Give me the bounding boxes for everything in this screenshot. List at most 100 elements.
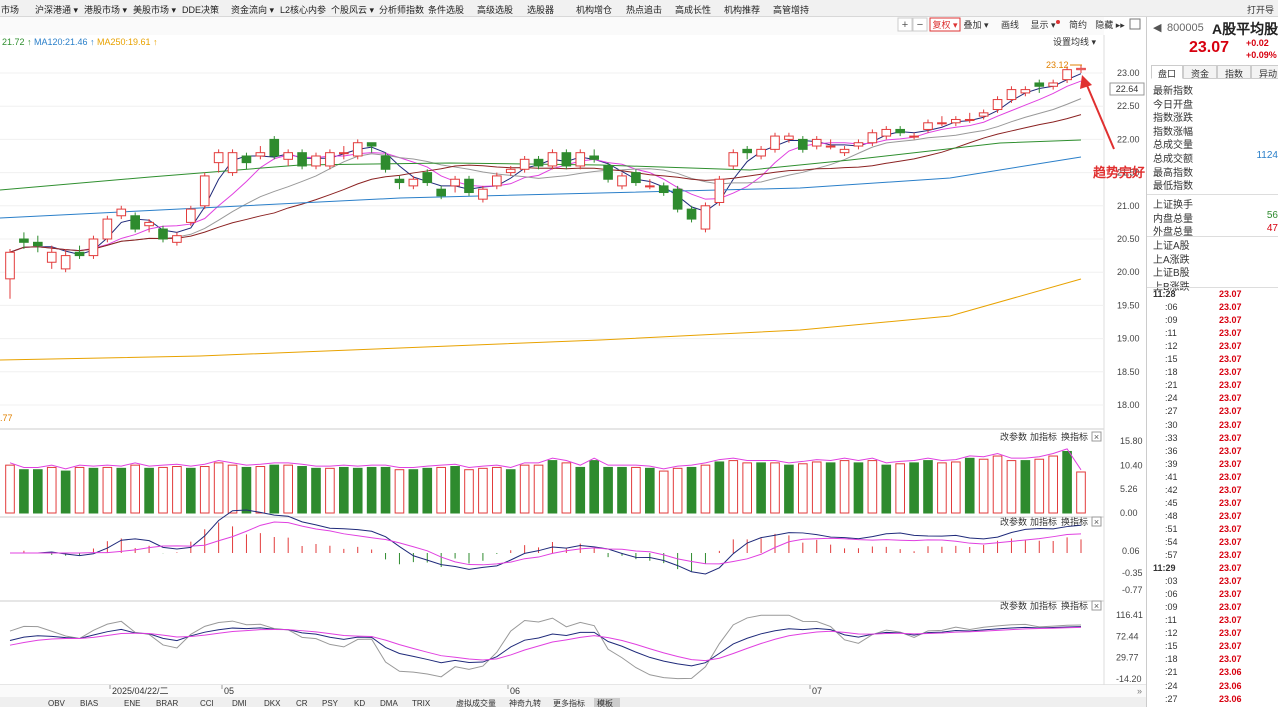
candle[interactable] bbox=[756, 148, 766, 157]
candle[interactable] bbox=[172, 235, 182, 243]
candle[interactable] bbox=[144, 221, 154, 227]
volume-bar[interactable] bbox=[978, 458, 989, 514]
menu-item[interactable]: L2核心内参 bbox=[280, 3, 326, 16]
volume-bar[interactable] bbox=[464, 469, 474, 514]
kline-chart-area[interactable]: + − 复权 ▾ 叠加 ▾ 画线 显示 ▾ 简约 隐藏 ▸▸ 21.72 ↑ M… bbox=[0, 17, 1146, 708]
candle[interactable] bbox=[951, 118, 961, 124]
candle[interactable] bbox=[199, 175, 210, 207]
menu-item[interactable]: 沪深港通 ▾ bbox=[35, 3, 78, 16]
open-button[interactable]: 打开导 bbox=[1247, 3, 1274, 16]
indicator-tab[interactable]: OBV bbox=[48, 699, 66, 708]
volume-bar[interactable] bbox=[1006, 460, 1017, 514]
candle[interactable] bbox=[33, 241, 43, 247]
candle[interactable] bbox=[394, 178, 405, 184]
menu-item[interactable]: 高成长性 bbox=[675, 3, 711, 16]
candle[interactable] bbox=[116, 208, 127, 217]
volume-bar[interactable] bbox=[964, 457, 975, 514]
add-indicator-button[interactable]: 加指标 bbox=[1030, 600, 1057, 611]
volume-bar[interactable] bbox=[199, 466, 210, 514]
xianshi-button[interactable]: 显示 ▾ bbox=[1030, 20, 1056, 30]
volume-bar[interactable] bbox=[33, 469, 43, 514]
volume-bar[interactable] bbox=[825, 462, 836, 514]
ma-settings-button[interactable]: 设置均线 ▾ bbox=[1053, 36, 1097, 47]
volume-bar[interactable] bbox=[1062, 450, 1072, 514]
indicator-tab[interactable]: 神奇九转 bbox=[509, 698, 541, 708]
volume-bar[interactable] bbox=[1020, 460, 1031, 514]
volume-bar[interactable] bbox=[547, 460, 558, 514]
candle[interactable] bbox=[547, 152, 558, 167]
candle[interactable] bbox=[742, 148, 752, 154]
menu-item[interactable]: 美股市场 ▾ bbox=[133, 3, 176, 16]
menu-item[interactable]: 高级选股 bbox=[477, 3, 513, 16]
volume-bar[interactable] bbox=[589, 460, 599, 514]
volume-bar[interactable] bbox=[366, 466, 377, 514]
close-panel-icon[interactable]: × bbox=[1094, 517, 1099, 527]
candle[interactable] bbox=[519, 158, 530, 170]
volume-bar[interactable] bbox=[102, 466, 113, 514]
volume-bar[interactable] bbox=[770, 462, 780, 514]
candle[interactable] bbox=[255, 152, 266, 157]
volume-bar[interactable] bbox=[339, 466, 349, 514]
candle[interactable] bbox=[60, 255, 71, 270]
candle[interactable] bbox=[19, 238, 29, 243]
indicator-tab[interactable]: 更多指标 bbox=[553, 698, 585, 708]
candle[interactable] bbox=[575, 152, 586, 167]
indicator-tab[interactable]: TRIX bbox=[412, 699, 431, 708]
indicator-tab[interactable]: DMA bbox=[380, 699, 398, 708]
volume-bar[interactable] bbox=[241, 466, 252, 514]
tab-zhishu[interactable]: 指数 bbox=[1217, 65, 1251, 79]
candle[interactable] bbox=[909, 135, 919, 138]
candle[interactable] bbox=[1062, 69, 1072, 81]
candle[interactable] bbox=[158, 228, 168, 240]
volume-bar[interactable] bbox=[227, 464, 238, 514]
volume-bar[interactable] bbox=[60, 470, 71, 514]
candle[interactable] bbox=[770, 135, 780, 150]
candle[interactable] bbox=[102, 218, 113, 240]
candle[interactable] bbox=[923, 122, 933, 130]
volume-bar[interactable] bbox=[867, 460, 878, 514]
candle[interactable] bbox=[867, 132, 878, 144]
candle[interactable] bbox=[492, 175, 502, 187]
volume-bar[interactable] bbox=[172, 466, 182, 514]
indicator-tab[interactable]: ENE bbox=[124, 699, 140, 708]
volume-bar[interactable] bbox=[617, 466, 627, 514]
volume-bar[interactable] bbox=[380, 466, 391, 514]
indicator-tab[interactable]: 模板 bbox=[597, 698, 613, 708]
volume-bar[interactable] bbox=[798, 463, 808, 514]
candle[interactable] bbox=[881, 128, 892, 137]
volume-bar[interactable] bbox=[561, 462, 572, 514]
candle[interactable] bbox=[1020, 89, 1031, 94]
candle[interactable] bbox=[811, 138, 822, 147]
swap-indicator-button[interactable]: 换指标 bbox=[1061, 516, 1088, 527]
menu-item[interactable]: 个股风云 ▾ bbox=[331, 3, 374, 16]
volume-bar[interactable] bbox=[269, 464, 280, 514]
volume-bar[interactable] bbox=[130, 464, 140, 514]
volume-bar[interactable] bbox=[325, 467, 335, 514]
volume-bar[interactable] bbox=[992, 455, 1003, 514]
candle[interactable] bbox=[714, 178, 725, 203]
edit-params-button[interactable]: 改参数 bbox=[1000, 600, 1027, 611]
candle[interactable] bbox=[130, 215, 140, 230]
candle[interactable] bbox=[325, 152, 335, 167]
candle[interactable] bbox=[658, 185, 669, 194]
candle[interactable] bbox=[728, 152, 739, 167]
volume-bar[interactable] bbox=[686, 466, 697, 514]
volume-bar[interactable] bbox=[450, 466, 460, 514]
candle[interactable] bbox=[227, 152, 238, 174]
volume-bar[interactable] bbox=[714, 461, 725, 514]
volume-bar[interactable] bbox=[1034, 458, 1045, 514]
volume-bar[interactable] bbox=[603, 466, 613, 514]
close-panel-icon[interactable]: × bbox=[1094, 601, 1099, 611]
volume-bar[interactable] bbox=[881, 464, 892, 514]
menu-item[interactable]: 机构推荐 bbox=[724, 3, 760, 16]
candle[interactable] bbox=[937, 122, 947, 125]
zoom-in-button[interactable]: + bbox=[902, 19, 908, 31]
indicator-tab[interactable]: CR bbox=[296, 699, 308, 708]
volume-bar[interactable] bbox=[255, 466, 266, 514]
menu-item[interactable]: 热点追击 bbox=[626, 3, 662, 16]
candle[interactable] bbox=[213, 152, 224, 164]
menu-item[interactable]: 高管增持 bbox=[773, 3, 809, 16]
volume-bar[interactable] bbox=[811, 461, 822, 514]
scroll-right-icon[interactable]: » bbox=[1137, 686, 1142, 696]
volume-bar[interactable] bbox=[742, 462, 752, 514]
